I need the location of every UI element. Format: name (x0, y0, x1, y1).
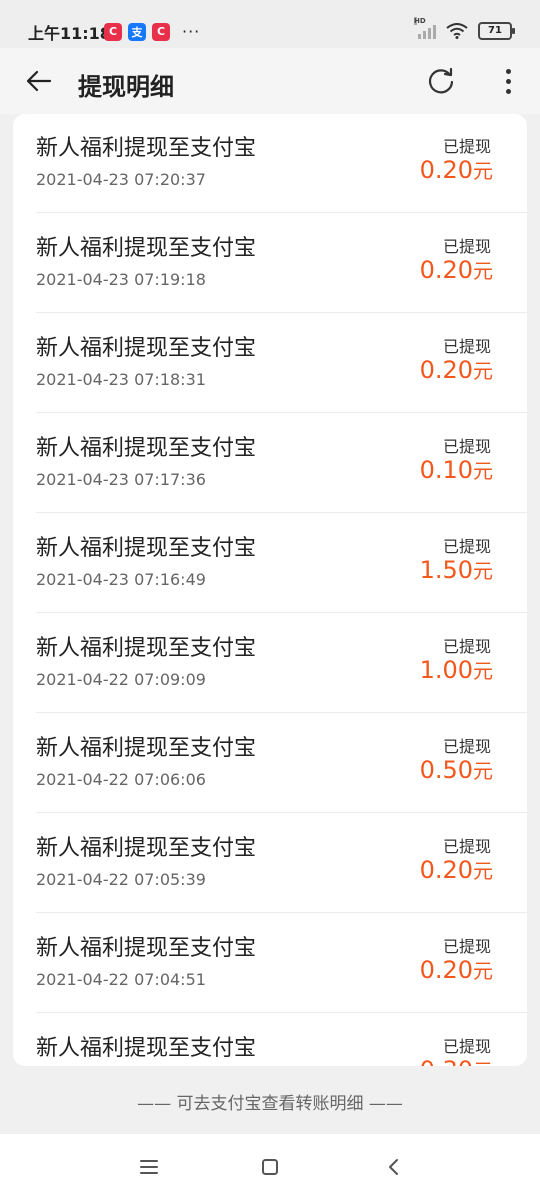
withdrawal-record-row[interactable]: 新人福利提现至支付宝 2021-04-22 07:05:39 已提现 0.20元 (36, 813, 527, 913)
withdrawal-record-row[interactable]: 新人福利提现至支付宝2021-04-22 07:03:57已提现0.30元 (36, 1013, 527, 1066)
record-status: 已提现 (442, 637, 491, 656)
nav-back-button[interactable] (377, 1152, 411, 1182)
nav-menu-button[interactable] (132, 1152, 166, 1182)
record-time: 2021-04-23 07:20:37 (36, 170, 206, 189)
record-status: 已提现 (442, 937, 491, 956)
wifi-icon (446, 23, 468, 39)
record-status: 已提现 (442, 837, 491, 856)
record-status: 已提现 (442, 337, 491, 356)
back-button[interactable] (22, 64, 56, 98)
notification-app-icon: C (104, 22, 122, 41)
record-title: 新人福利提现至支付宝 (36, 136, 257, 161)
record-time: 2021-04-23 07:16:49 (36, 570, 206, 589)
amount-value: 0.20 (419, 256, 473, 284)
record-amount: 0.20元 (420, 355, 493, 384)
amount-unit: 元 (473, 859, 493, 883)
record-status: 已提现 (442, 437, 491, 456)
record-title: 新人福利提现至支付宝 (36, 1036, 257, 1061)
record-amount: 0.30元 (420, 1055, 493, 1066)
record-time: 2021-04-22 07:04:51 (36, 970, 206, 989)
status-time: 上午11:18 (28, 24, 111, 43)
amount-unit: 元 (473, 459, 493, 483)
record-status: 已提现 (442, 737, 491, 756)
amount-unit: 元 (473, 259, 493, 283)
hd-label: HD (414, 17, 426, 25)
status-bar: 上午11:18 C 支 C ··· HD 71 (0, 0, 540, 48)
record-time: 2021-04-22 07:06:06 (36, 770, 206, 789)
withdrawal-record-row[interactable]: 新人福利提现至支付宝 2021-04-23 07:20:37 已提现 0.20元 (36, 114, 527, 213)
withdrawal-record-row[interactable]: 新人福利提现至支付宝 2021-04-23 07:19:18 已提现 0.20元 (36, 213, 527, 313)
withdrawal-record-row[interactable]: 新人福利提现至支付宝 2021-04-23 07:18:31 已提现 0.20元 (36, 313, 527, 413)
record-amount: 0.20元 (420, 855, 493, 884)
system-nav-bar (0, 1134, 540, 1200)
arrow-left-icon (26, 70, 52, 92)
record-amount: 1.00元 (420, 655, 493, 684)
amount-unit: 元 (473, 959, 493, 983)
record-title: 新人福利提现至支付宝 (36, 736, 257, 761)
amount-value: 0.50 (419, 756, 473, 784)
record-amount: 0.20元 (420, 255, 493, 284)
record-title: 新人福利提现至支付宝 (36, 236, 257, 261)
home-square-icon (262, 1159, 278, 1175)
chevron-left-icon (389, 1159, 398, 1175)
record-status: 已提现 (442, 137, 491, 156)
refresh-icon (428, 67, 454, 94)
withdrawal-record-row[interactable]: 新人福利提现至支付宝 2021-04-22 07:06:06 已提现 0.50元 (36, 713, 527, 813)
amount-unit: 元 (473, 659, 493, 683)
record-amount: 0.20元 (420, 155, 493, 184)
amount-value: 0.20 (419, 156, 473, 184)
record-amount: 1.50元 (420, 555, 493, 584)
amount-value: 0.20 (419, 956, 473, 984)
record-time: 2021-04-23 07:19:18 (36, 270, 206, 289)
amount-value: 0.20 (419, 856, 473, 884)
record-title: 新人福利提现至支付宝 (36, 536, 257, 561)
record-time: 2021-04-23 07:17:36 (36, 470, 206, 489)
record-time: 2021-04-22 07:05:39 (36, 870, 206, 889)
record-time: 2021-04-22 07:09:09 (36, 670, 206, 689)
amount-unit: 元 (473, 1059, 493, 1066)
withdrawal-record-row[interactable]: 新人福利提现至支付宝 2021-04-22 07:04:51 已提现 0.20元 (36, 913, 527, 1013)
status-indicators: HD 71 (414, 17, 515, 40)
withdrawal-record-row[interactable]: 新人福利提现至支付宝 2021-04-23 07:16:49 已提现 1.50元 (36, 513, 527, 613)
record-status: 已提现 (442, 537, 491, 556)
nav-home-button[interactable] (253, 1152, 287, 1182)
amount-value: 1.00 (419, 656, 473, 684)
record-title: 新人福利提现至支付宝 (36, 436, 257, 461)
notification-app-icon: C (152, 22, 170, 41)
more-notifications-icon: ··· (182, 22, 201, 41)
record-status: 已提现 (442, 1037, 491, 1056)
amount-unit: 元 (473, 759, 493, 783)
record-title: 新人福利提现至支付宝 (36, 936, 257, 961)
signal-icon: HD (414, 17, 436, 39)
withdrawal-record-row[interactable]: 新人福利提现至支付宝 2021-04-22 07:09:09 已提现 1.00元 (36, 613, 527, 713)
record-amount: 0.10元 (420, 455, 493, 484)
record-time: 2021-04-23 07:18:31 (36, 370, 206, 389)
footer-hint: —— 可去支付宝查看转账明细 —— (137, 1094, 403, 1114)
amount-value: 0.30 (420, 1056, 473, 1066)
more-options-button[interactable] (496, 62, 520, 100)
record-title: 新人福利提现至支付宝 (36, 636, 257, 661)
battery-icon: 71 (478, 22, 515, 40)
withdrawal-list-scroll: 新人福利提现至支付宝2021-04-23 07:21:40已提现0.20元新人福… (13, 114, 527, 1066)
page-title: 提现明细 (78, 73, 174, 101)
refresh-button[interactable] (422, 62, 460, 100)
amount-value: 0.10 (419, 456, 473, 484)
withdrawal-list[interactable]: 新人福利提现至支付宝2021-04-23 07:21:40已提现0.20元新人福… (13, 114, 527, 1066)
record-title: 新人福利提现至支付宝 (36, 836, 257, 861)
more-vertical-icon (505, 68, 511, 74)
menu-icon (140, 1160, 158, 1174)
amount-value: 0.20 (419, 356, 473, 384)
alipay-notification-icon: 支 (128, 22, 146, 41)
record-title: 新人福利提现至支付宝 (36, 336, 257, 361)
record-amount: 0.50元 (420, 755, 493, 784)
status-app-icons: C 支 C ··· (104, 22, 200, 41)
withdrawal-record-row[interactable]: 新人福利提现至支付宝 2021-04-23 07:17:36 已提现 0.10元 (36, 413, 527, 513)
record-amount: 0.20元 (420, 955, 493, 984)
record-status: 已提现 (442, 237, 491, 256)
amount-unit: 元 (473, 159, 493, 183)
app-bar: 提现明细 (0, 48, 540, 114)
amount-unit: 元 (473, 559, 493, 583)
amount-unit: 元 (473, 359, 493, 383)
amount-value: 1.50 (419, 556, 473, 584)
